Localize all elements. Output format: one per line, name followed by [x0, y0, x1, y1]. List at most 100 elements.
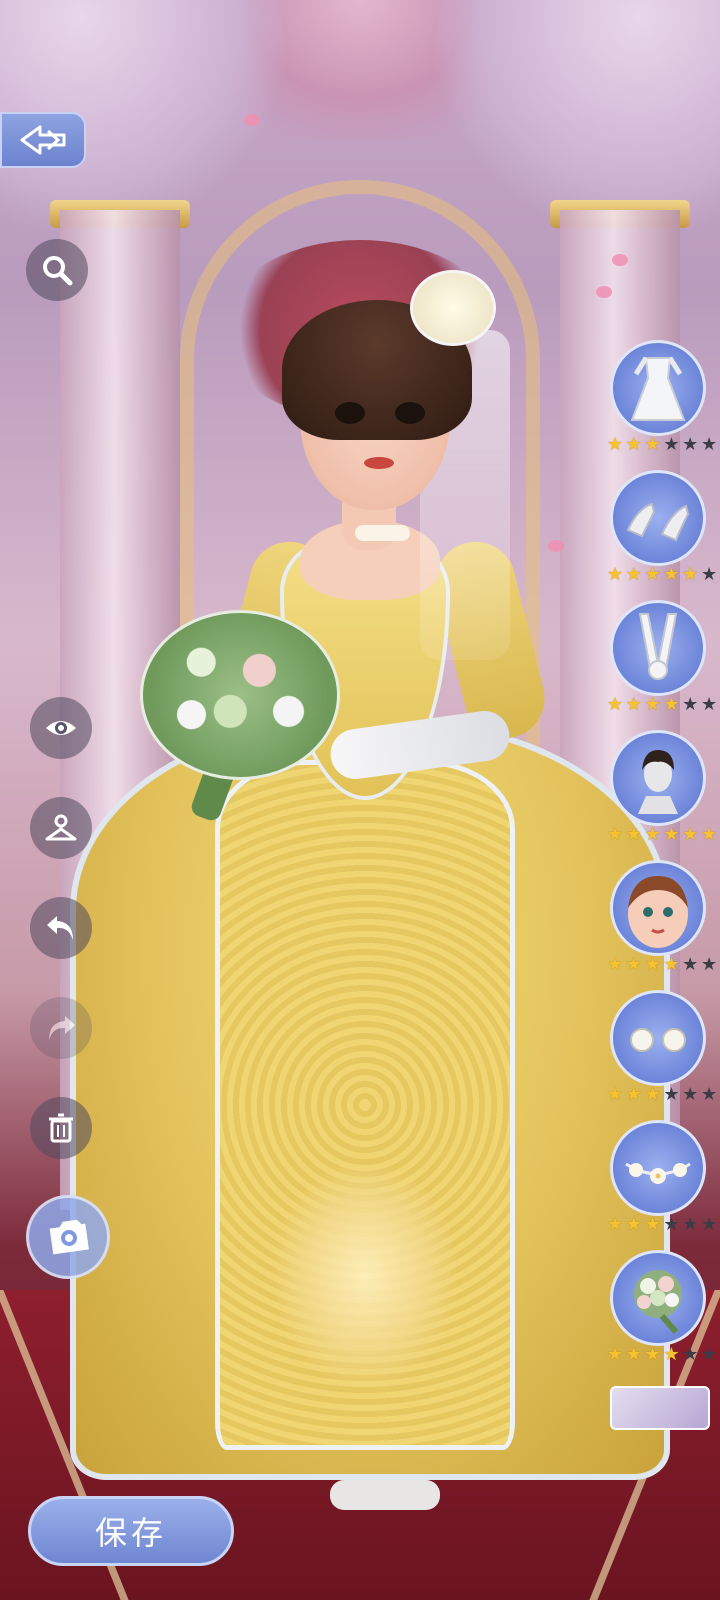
- star-filled-icon: ★: [644, 824, 661, 845]
- magnifier-icon: [43, 256, 73, 286]
- undo-arrow-icon: [47, 916, 73, 940]
- flower-necklace-icon: [625, 1162, 691, 1184]
- shoes: [330, 1480, 440, 1510]
- zoom-button[interactable]: [26, 239, 88, 301]
- star-empty-icon: ★: [682, 1214, 699, 1235]
- star-filled-icon: ★: [625, 694, 642, 715]
- star-empty-icon: ★: [682, 954, 699, 975]
- star-rating: ★ ★ ★ ★ ★ ★: [606, 1346, 718, 1366]
- undo-button[interactable]: [30, 897, 92, 959]
- flower-necklace: [355, 525, 410, 541]
- item-thumbnail: [610, 470, 706, 566]
- star-empty-icon: ★: [663, 1084, 680, 1105]
- star-empty-icon: ★: [700, 434, 718, 455]
- hair-flower-accessory: [410, 270, 496, 346]
- item-thumbnail: [610, 730, 706, 826]
- pearl-earrings-icon: [630, 1028, 686, 1052]
- star-rating: ★ ★ ★ ★ ★ ★: [606, 436, 718, 456]
- star-filled-icon: ★: [644, 1344, 661, 1365]
- item-thumbnail: [610, 860, 706, 956]
- lips: [364, 457, 394, 469]
- star-filled-icon: ★: [606, 1214, 623, 1235]
- next-item-card[interactable]: [610, 1386, 710, 1430]
- star-filled-icon: ★: [644, 694, 661, 715]
- star-filled-icon: ★: [625, 1344, 642, 1365]
- redo-arrow-icon: [49, 1016, 75, 1040]
- star-filled-icon: ★: [606, 1084, 623, 1105]
- outfit-item-gown[interactable]: ★ ★ ★ ★ ★ ★: [606, 340, 717, 470]
- star-filled-icon: ★: [625, 824, 642, 845]
- star-empty-icon: ★: [682, 434, 699, 455]
- star-filled-icon: ★: [663, 564, 680, 585]
- star-empty-icon: ★: [700, 1344, 718, 1365]
- star-empty-icon: ★: [700, 1214, 718, 1235]
- hair-icon: [638, 750, 678, 814]
- star-filled-icon: ★: [606, 564, 623, 585]
- delete-button[interactable]: [30, 1097, 92, 1159]
- item-thumbnail: [610, 1120, 706, 1216]
- star-filled-icon: ★: [625, 1084, 642, 1105]
- star-filled-icon: ★: [625, 434, 642, 455]
- star-filled-icon: ★: [644, 564, 661, 585]
- star-empty-icon: ★: [663, 1214, 680, 1235]
- star-rating: ★ ★ ★ ★ ★ ★: [606, 566, 718, 586]
- camera-icon: [49, 1219, 89, 1255]
- star-empty-icon: ★: [682, 1344, 699, 1365]
- trash-icon: [49, 1113, 73, 1143]
- star-filled-icon: ★: [625, 954, 642, 975]
- gloves-icon: [638, 613, 678, 680]
- wardrobe-button[interactable]: [30, 797, 92, 859]
- star-empty-icon: ★: [682, 694, 699, 715]
- redo-button[interactable]: [30, 997, 92, 1059]
- star-filled-icon: ★: [663, 824, 680, 845]
- save-button-label: 保存: [94, 1514, 167, 1552]
- outfit-item-bouquet[interactable]: ★ ★ ★ ★ ★ ★: [606, 1250, 717, 1380]
- star-rating: ★ ★ ★ ★ ★ ★: [606, 1216, 718, 1236]
- star-filled-icon: ★: [625, 564, 642, 585]
- camera-button[interactable]: [26, 1195, 110, 1279]
- back-arrow-icon: [20, 125, 66, 155]
- gown-icon: [630, 356, 686, 421]
- star-rating: ★ ★ ★ ★ ★ ★: [606, 696, 718, 716]
- star-empty-icon: ★: [682, 1084, 699, 1105]
- star-filled-icon: ★: [625, 1214, 642, 1235]
- star-filled-icon: ★: [663, 1344, 680, 1365]
- star-filled-icon: ★: [700, 824, 718, 845]
- outfit-item-gloves[interactable]: ★ ★ ★ ★ ★ ★: [606, 600, 717, 730]
- rose-bouquet: [140, 610, 340, 780]
- eye-left: [335, 402, 365, 424]
- view-toggle-button[interactable]: [30, 697, 92, 759]
- outfit-item-necklace[interactable]: ★ ★ ★ ★ ★ ★: [606, 1120, 717, 1250]
- item-thumbnail: [610, 1250, 706, 1346]
- star-empty-icon: ★: [700, 1084, 718, 1105]
- star-rating: ★ ★ ★ ★ ★ ★: [606, 956, 718, 976]
- hanger-icon: [45, 814, 77, 841]
- star-filled-icon: ★: [606, 434, 623, 455]
- star-rating: ★ ★ ★ ★ ★ ★: [606, 826, 718, 846]
- outfit-item-makeup[interactable]: ★ ★ ★ ★ ★ ★: [606, 860, 717, 990]
- star-filled-icon: ★: [606, 1344, 623, 1365]
- outfit-item-shoes[interactable]: ★ ★ ★ ★ ★ ★: [606, 470, 717, 600]
- character-model[interactable]: [30, 120, 690, 1510]
- item-thumbnail: [610, 600, 706, 696]
- outfit-item-hair[interactable]: ★ ★ ★ ★ ★ ★: [606, 730, 717, 860]
- star-filled-icon: ★: [682, 824, 699, 845]
- eye-right: [395, 402, 425, 424]
- item-thumbnail: [610, 340, 706, 436]
- star-filled-icon: ★: [644, 954, 661, 975]
- star-filled-icon: ★: [606, 694, 623, 715]
- star-filled-icon: ★: [682, 564, 699, 585]
- face-icon: [628, 876, 688, 948]
- star-empty-icon: ★: [663, 434, 680, 455]
- back-button[interactable]: [0, 112, 86, 168]
- save-button[interactable]: 保存: [28, 1496, 234, 1566]
- star-empty-icon: ★: [700, 564, 718, 585]
- star-rating: ★ ★ ★ ★ ★ ★: [606, 1086, 718, 1106]
- outfit-item-earrings[interactable]: ★ ★ ★ ★ ★ ★: [606, 990, 717, 1120]
- star-filled-icon: ★: [644, 434, 661, 455]
- item-thumbnail: [610, 990, 706, 1086]
- star-filled-icon: ★: [663, 694, 680, 715]
- star-filled-icon: ★: [606, 824, 623, 845]
- bouquet-icon: [634, 1270, 682, 1334]
- dress-ornament: [270, 1160, 460, 1390]
